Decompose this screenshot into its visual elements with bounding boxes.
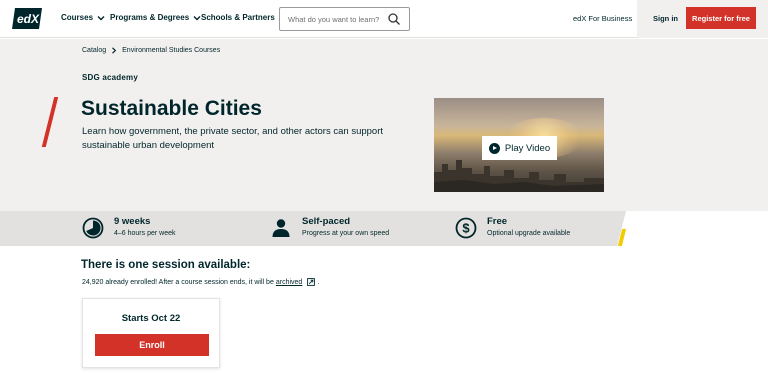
- play-video-label: Play Video: [504, 142, 551, 154]
- register-button[interactable]: Register for free: [686, 7, 756, 29]
- stat-price: $ Free Optional upgrade available: [455, 216, 570, 239]
- nav-courses-label: Courses: [61, 13, 94, 22]
- chevron-down-icon: [97, 15, 105, 20]
- session-start-date: Starts Oct 22: [121, 313, 181, 324]
- dollar-icon: $: [455, 217, 477, 239]
- course-description: Learn how government, the private sector…: [82, 126, 384, 151]
- enrolled-text: 24,920 already enrolled! After a course …: [82, 278, 274, 286]
- nav-programs-label: Programs & Degrees: [110, 13, 190, 22]
- breadcrumb: Catalog Environmental Studies Courses: [82, 47, 220, 54]
- session-card: Starts Oct 22 Enroll: [82, 298, 220, 368]
- stat-duration: 9 weeks 4–6 hours per week: [82, 216, 175, 239]
- sign-in-link[interactable]: Sign in: [653, 14, 678, 23]
- course-video-thumbnail[interactable]: Play Video: [434, 98, 604, 192]
- nav-courses[interactable]: Courses: [61, 13, 105, 22]
- search-input[interactable]: What do you want to learn?: [279, 7, 410, 31]
- accent-slash: [41, 97, 59, 147]
- stat-pace: Self-paced Progress at your own speed: [270, 216, 389, 239]
- archived-link[interactable]: archived: [276, 279, 302, 286]
- course-hero: Catalog Environmental Studies Courses SD…: [0, 39, 768, 211]
- breadcrumb-catalog[interactable]: Catalog: [82, 47, 106, 54]
- edx-for-business-link[interactable]: edX For Business: [573, 14, 632, 23]
- stat-pace-subtitle: Progress at your own speed: [302, 230, 390, 237]
- stat-price-subtitle: Optional upgrade available: [487, 230, 571, 237]
- play-video-button[interactable]: Play Video: [482, 136, 557, 160]
- search-placeholder: What do you want to learn?: [288, 14, 380, 24]
- enroll-button[interactable]: Enroll: [95, 334, 209, 356]
- chevron-down-icon: [193, 15, 201, 20]
- enrolled-info: 24,920 already enrolled! After a course …: [82, 278, 319, 286]
- search-icon[interactable]: [387, 12, 401, 26]
- enrolled-trailing: .: [317, 278, 320, 286]
- partner-logo-text: SDG academy: [82, 73, 139, 82]
- external-link-icon[interactable]: [307, 278, 316, 286]
- stat-duration-title: 9 weeks: [114, 216, 151, 227]
- stat-pace-title: Self-paced: [302, 216, 351, 227]
- person-icon: [272, 219, 290, 237]
- nav-programs-degrees[interactable]: Programs & Degrees: [110, 13, 201, 22]
- play-icon: [488, 142, 500, 154]
- svg-text:$: $: [462, 221, 470, 236]
- nav-schools-label: Schools & Partners: [201, 13, 275, 22]
- site-header: edX Courses Programs & Degrees Schools &…: [0, 0, 768, 38]
- breadcrumb-subject[interactable]: Environmental Studies Courses: [122, 47, 220, 54]
- clock-icon: [82, 217, 104, 239]
- edx-logo-text: edX: [17, 12, 40, 26]
- stat-price-title: Free: [487, 216, 508, 227]
- session-heading: There is one session available:: [81, 259, 251, 271]
- stat-duration-subtitle: 4–6 hours per week: [114, 230, 176, 237]
- chevron-right-icon: [112, 47, 117, 54]
- course-title: Sustainable Cities: [81, 97, 262, 120]
- nav-schools-partners[interactable]: Schools & Partners: [201, 13, 275, 22]
- edx-logo[interactable]: edX: [12, 8, 42, 29]
- partner-logo[interactable]: SDG academy: [82, 73, 138, 82]
